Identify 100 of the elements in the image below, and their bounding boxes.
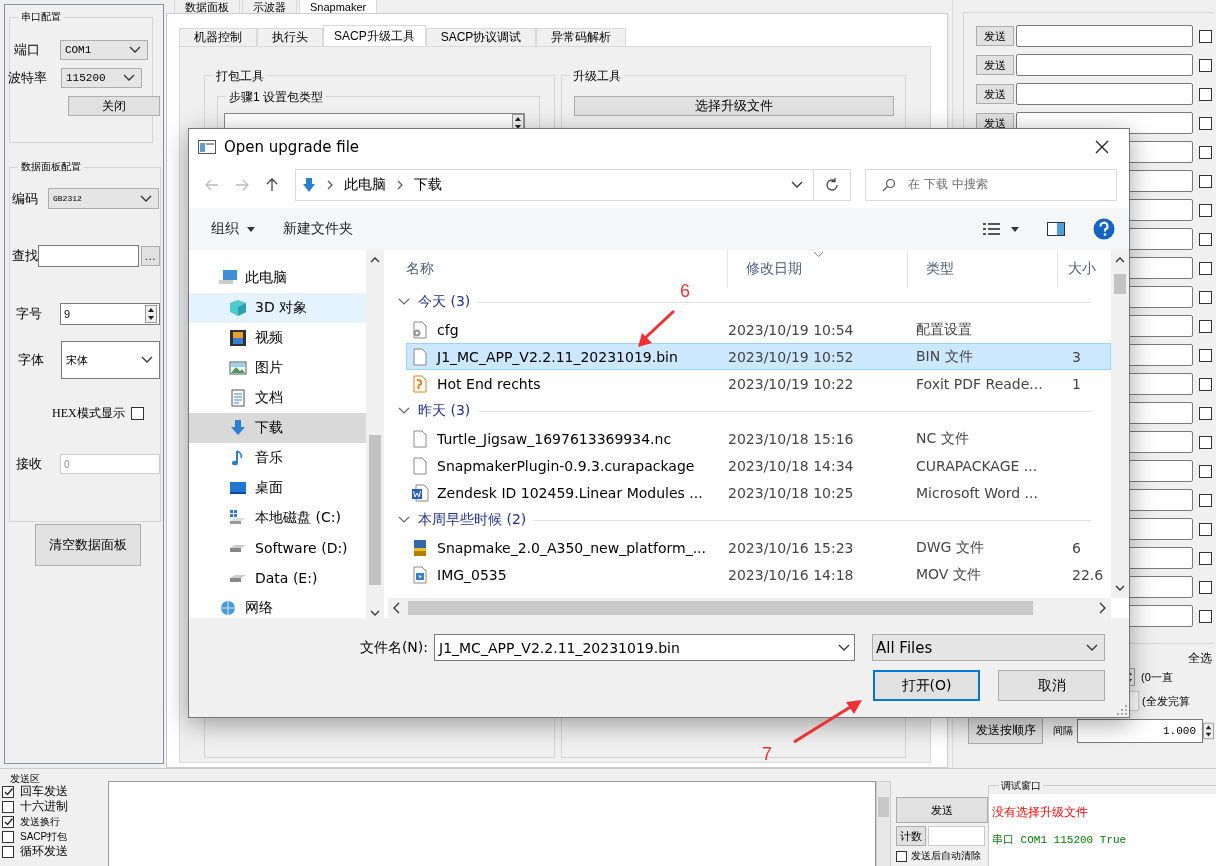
checkbox[interactable]: [1199, 406, 1212, 420]
command-field[interactable]: [1016, 54, 1193, 76]
checkbox[interactable]: [1199, 116, 1212, 130]
select-all-label: 全选: [1188, 650, 1212, 667]
file-row[interactable]: SnapmakerPlugin-0.9.3.curapackage 2023/10/18 14:34 CURAPACKAGE ...: [406, 452, 1111, 480]
command-field[interactable]: [1016, 25, 1193, 47]
checkbox[interactable]: [1199, 319, 1212, 333]
file-row[interactable]: J1_MC_APP_V2.2.11_20231019.bin 2023/10/19 10:52 BIN 文件 3: [406, 343, 1111, 371]
nav-item[interactable]: 本地磁盘 (C:): [189, 503, 366, 534]
file-row[interactable]: Turtle_Jigsaw_1697613369934.nc 2023/10/18 15:16 NC 文件: [406, 425, 1111, 453]
checkbox[interactable]: [2, 815, 14, 828]
send-button[interactable]: 发送: [896, 797, 988, 823]
group-header[interactable]: 昨天 (3): [418, 402, 471, 421]
nav-item[interactable]: 图片: [189, 353, 366, 384]
checkbox[interactable]: [1199, 377, 1212, 391]
nav-item[interactable]: 视频: [189, 323, 366, 354]
organize-menu[interactable]: 组织: [211, 220, 255, 239]
checkbox[interactable]: [1199, 174, 1212, 188]
checkbox[interactable]: [1199, 87, 1212, 101]
select-file-button[interactable]: 选择升级文件: [574, 96, 894, 116]
column-header[interactable]: 大小: [1058, 250, 1111, 289]
nav-item[interactable]: Data (E:): [189, 563, 366, 594]
column-header[interactable]: 类型: [908, 250, 1058, 289]
nav-item[interactable]: 桌面: [189, 473, 366, 504]
checkbox[interactable]: [1199, 203, 1212, 217]
dropdown-caret-icon: [247, 226, 255, 232]
nav-item[interactable]: Software (D:): [189, 533, 366, 564]
open-button[interactable]: 打开(O): [873, 670, 980, 702]
clear-panel-button[interactable]: 清空数据面板: [35, 524, 141, 566]
file-name: Zendesk ID 102459.Linear Modules ...: [437, 484, 703, 501]
column-header[interactable]: 修改日期: [728, 250, 908, 289]
nav-item[interactable]: 网络: [189, 593, 366, 619]
send-button[interactable]: 发送: [976, 84, 1014, 104]
checkbox[interactable]: [1199, 145, 1212, 159]
checkbox[interactable]: [1199, 435, 1212, 449]
close-port-button[interactable]: 关闭: [68, 96, 160, 116]
interval-field[interactable]: 1.000: [1077, 718, 1203, 743]
checkbox[interactable]: [130, 407, 144, 420]
checkbox[interactable]: [1199, 609, 1212, 623]
checkbox[interactable]: [1199, 232, 1212, 246]
file-row[interactable]: Hot End rechts 2023/10/19 10:22 Foxit PDF Reade... 1: [406, 370, 1111, 398]
dropdown[interactable]: 115200: [61, 68, 142, 88]
breadcrumb[interactable]: 下载: [414, 175, 442, 194]
checkbox[interactable]: [1199, 464, 1212, 478]
checkbox[interactable]: [1199, 493, 1212, 507]
command-field[interactable]: [1016, 83, 1193, 105]
file-name-field[interactable]: J1_MC_APP_V2.2.11_20231019.bin: [434, 634, 855, 662]
checkbox[interactable]: [1199, 580, 1212, 594]
cancel-button[interactable]: 取消: [998, 670, 1105, 702]
nav-item[interactable]: 此电脑: [189, 263, 366, 294]
nav-item[interactable]: 3D 对象: [189, 293, 366, 324]
checkbox[interactable]: [1199, 58, 1212, 72]
tab[interactable]: 示波器: [242, 0, 297, 13]
tab[interactable]: 异常码解析: [536, 28, 627, 46]
tab[interactable]: SACP协议调试: [425, 28, 537, 46]
checkbox[interactable]: [2, 800, 14, 813]
new-folder-button[interactable]: 新建文件夹: [283, 220, 353, 239]
send-in-order-button[interactable]: 发送按顺序: [968, 717, 1044, 744]
file-date: 2023/10/16 14:18: [728, 566, 854, 583]
count-button[interactable]: 计数: [896, 826, 926, 846]
file-type-dropdown[interactable]: All Files: [872, 634, 1105, 662]
checkbox[interactable]: [1199, 348, 1212, 362]
send-button[interactable]: 发送: [976, 26, 1014, 46]
nav-item[interactable]: 音乐: [189, 443, 366, 474]
tab[interactable]: Snapmaker: [299, 0, 378, 13]
nav-item[interactable]: 文档: [189, 383, 366, 414]
checkbox[interactable]: [896, 850, 907, 862]
search-field[interactable]: 在 下载 中搜索: [865, 168, 1117, 201]
checkbox[interactable]: [1199, 522, 1212, 536]
address-bar[interactable]: 此电脑 下载: [295, 168, 851, 201]
send-button[interactable]: 发送: [976, 55, 1014, 75]
checkbox[interactable]: [1199, 261, 1212, 275]
tab[interactable]: 机器控制: [179, 28, 257, 46]
view-options-button[interactable]: [983, 222, 1019, 237]
checkbox[interactable]: [1199, 551, 1212, 565]
breadcrumb[interactable]: 此电脑: [344, 175, 386, 194]
dropdown[interactable]: 宋体: [61, 341, 160, 379]
group-header[interactable]: 今天 (3): [418, 293, 471, 312]
checkbox[interactable]: [1199, 29, 1212, 43]
tab[interactable]: SACP升级工具: [323, 25, 426, 46]
preview-pane-button[interactable]: [1047, 222, 1065, 237]
nav-item[interactable]: 下载: [189, 413, 366, 444]
browse-button[interactable]: ...: [141, 246, 160, 266]
tab[interactable]: 数据面板: [174, 0, 240, 13]
find-field[interactable]: [38, 245, 140, 267]
help-button[interactable]: [1093, 218, 1115, 241]
checkbox[interactable]: [1199, 290, 1212, 304]
dropdown[interactable]: GB2312: [48, 188, 159, 209]
file-row[interactable]: cfg 2023/10/19 10:54 配置设置: [406, 316, 1111, 344]
checkbox[interactable]: [2, 785, 14, 798]
tab[interactable]: 执行头: [257, 28, 323, 46]
window-icon: [198, 140, 216, 155]
group-header[interactable]: 本周早些时候 (2): [418, 511, 527, 530]
checkbox[interactable]: [2, 845, 14, 858]
dropdown[interactable]: COM1: [59, 40, 148, 60]
file-row[interactable]: Zendesk ID 102459.Linear Modules ... 2023/10/18 10:25 Microsoft Word ...: [406, 479, 1111, 507]
font-size-field[interactable]: 9: [60, 303, 160, 325]
file-row[interactable]: Snapmake_2.0_A350_new_platform_... 2023/10/16 15:23 DWG 文件 6: [406, 534, 1111, 562]
file-row[interactable]: IMG_0535 2023/10/16 14:18 MOV 文件 22.6: [406, 561, 1111, 589]
checkbox[interactable]: [2, 830, 14, 843]
